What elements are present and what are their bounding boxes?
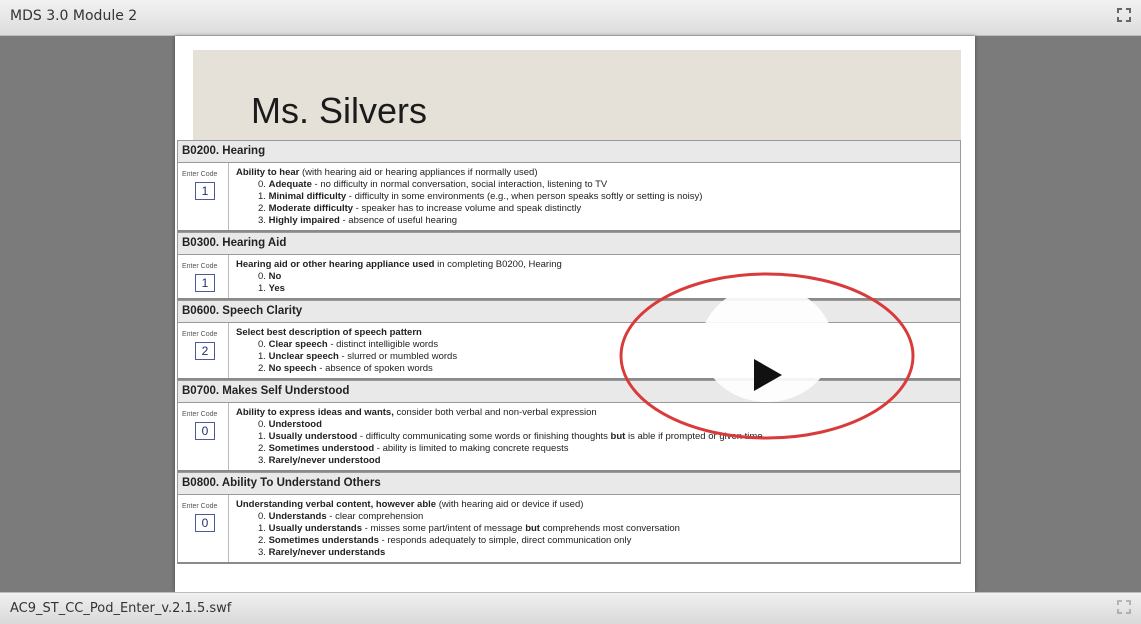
option-label: Sometimes understood xyxy=(268,443,375,454)
option-desc: - misses some part/intent of message xyxy=(362,523,526,534)
enter-code-column: Enter Code 1 xyxy=(178,255,229,298)
option-num: 2. xyxy=(258,363,266,374)
response-option: 1. Usually understands - misses some par… xyxy=(236,523,960,535)
section-heading: B0800. Ability To Understand Others xyxy=(177,472,961,494)
option-num: 2. xyxy=(258,203,266,214)
title-bar: MDS 3.0 Module 2 xyxy=(0,0,1141,36)
fullscreen-icon[interactable] xyxy=(1114,599,1134,619)
option-label: Yes xyxy=(268,283,285,294)
response-option: 2. Sometimes understood - ability is lim… xyxy=(236,443,960,455)
code-entry-box[interactable]: 2 xyxy=(195,342,215,360)
option-label: No xyxy=(268,271,282,282)
option-num: 2. xyxy=(258,535,266,546)
option-num: 0. xyxy=(258,339,266,350)
option-label: Sometimes understands xyxy=(268,535,379,546)
item-question-bold: Understanding verbal content, however ab… xyxy=(236,499,437,510)
option-num: 2. xyxy=(258,443,266,454)
response-option: 2. Moderate difficulty - speaker has to … xyxy=(236,203,960,215)
enter-code-label: Enter Code xyxy=(182,503,218,510)
option-desc: - no difficulty in normal conversation, … xyxy=(311,179,608,190)
response-option: 3. Rarely/never understands xyxy=(236,547,960,559)
play-icon[interactable] xyxy=(750,357,786,393)
code-entry-box[interactable]: 1 xyxy=(195,182,215,200)
option-num: 3. xyxy=(258,547,266,558)
option-label: No speech xyxy=(268,363,317,374)
code-entry-box[interactable]: 0 xyxy=(195,422,215,440)
response-option: 3. Highly impaired - absence of useful h… xyxy=(236,215,960,227)
resident-name: Ms. Silvers xyxy=(251,90,428,131)
item-question: Understanding verbal content, however ab… xyxy=(236,499,960,511)
enter-code-label: Enter Code xyxy=(182,171,218,178)
fullscreen-icon[interactable] xyxy=(1114,7,1134,27)
option-label: Clear speech xyxy=(268,339,328,350)
option-label: Adequate xyxy=(268,179,312,190)
item-question-rest: consider both verbal and non-verbal expr… xyxy=(393,407,597,418)
option-desc: - ability is limited to making concrete … xyxy=(374,443,569,454)
option-num: 1. xyxy=(258,523,266,534)
enter-code-column: Enter Code 0 xyxy=(178,495,229,562)
option-num: 0. xyxy=(258,511,266,522)
option-num: 3. xyxy=(258,215,266,226)
section-heading: B0200. Hearing xyxy=(177,140,961,162)
option-desc: - clear comprehension xyxy=(326,511,424,522)
code-entry-box[interactable]: 1 xyxy=(195,274,215,292)
response-option: 0. Adequate - no difficulty in normal co… xyxy=(236,179,960,191)
section-heading: B0300. Hearing Aid xyxy=(177,232,961,254)
response-option: 1. Minimal difficulty - difficulty in so… xyxy=(236,191,960,203)
enter-code-column: Enter Code 0 xyxy=(178,403,229,470)
option-desc: - distinct intelligible words xyxy=(327,339,439,350)
option-desc: - difficulty in some environments (e.g.,… xyxy=(346,191,703,202)
response-option: 2. Sometimes understands - responds adeq… xyxy=(236,535,960,547)
option-label: Usually understands xyxy=(268,523,363,534)
option-desc: - absence of useful hearing xyxy=(339,215,458,226)
item-question-bold: Ability to express ideas and wants, xyxy=(236,407,394,418)
option-label: Understood xyxy=(268,419,322,430)
response-option: 3. Rarely/never understood xyxy=(236,455,960,467)
option-label: Usually understood xyxy=(268,431,358,442)
option-label: Understands xyxy=(268,511,327,522)
item-question-bold: Ability to hear xyxy=(236,167,300,178)
option-label: Rarely/never understands xyxy=(268,547,386,558)
option-num: 0. xyxy=(258,271,266,282)
enter-code-label: Enter Code xyxy=(182,331,218,338)
option-num: 1. xyxy=(258,431,266,442)
option-label: Unclear speech xyxy=(268,351,339,362)
enter-code-column: Enter Code 1 xyxy=(178,163,229,230)
section-body: Enter Code 0 Understanding verbal content,… xyxy=(177,494,961,564)
option-desc: - difficulty communicating some words or… xyxy=(357,431,611,442)
enter-code-label: Enter Code xyxy=(182,263,218,270)
option-label: Moderate difficulty xyxy=(268,203,354,214)
option-desc: - speaker has to increase volume and spe… xyxy=(353,203,582,214)
option-num: 0. xyxy=(258,419,266,430)
section-body: Enter Code 1 Ability to hear (with hearing… xyxy=(177,162,961,232)
option-desc: - responds adequately to simple, direct … xyxy=(378,535,632,546)
item-question: Ability to hear (with hearing aid or hea… xyxy=(236,167,960,179)
option-desc: - slurred or mumbled words xyxy=(338,351,458,362)
option-num: 1. xyxy=(258,283,266,294)
item-question-rest: in completing B0200, Hearing xyxy=(434,259,562,270)
response-option: 0. Understands - clear comprehension xyxy=(236,511,960,523)
option-num: 3. xyxy=(258,455,266,466)
enter-code-column: Enter Code 2 xyxy=(178,323,229,378)
option-num: 0. xyxy=(258,179,266,190)
code-entry-box[interactable]: 0 xyxy=(195,514,215,532)
option-num: 1. xyxy=(258,191,266,202)
status-bar: AC9_ST_CC_Pod_Enter_v.2.1.5.swf xyxy=(0,592,1141,624)
file-name: AC9_ST_CC_Pod_Enter_v.2.1.5.swf xyxy=(10,601,232,616)
window-title: MDS 3.0 Module 2 xyxy=(10,8,138,24)
option-label: Highly impaired xyxy=(268,215,340,226)
option-desc: - absence of spoken words xyxy=(316,363,433,374)
option-bold2: but xyxy=(525,523,540,534)
option-label: Minimal difficulty xyxy=(268,191,347,202)
item-question-bold: Hearing aid or other hearing appliance u… xyxy=(236,259,435,270)
item-question-rest: (with hearing aid or hearing appliances … xyxy=(299,167,538,178)
player-stage: Ms. Silvers B0200. Hearing Enter Code 1 Abi… xyxy=(0,36,1141,592)
enter-code-label: Enter Code xyxy=(182,411,218,418)
item-question-rest: (with hearing aid or device if used) xyxy=(436,499,584,510)
option-desc2: comprehends most conversation xyxy=(539,523,680,534)
option-label: Rarely/never understood xyxy=(268,455,381,466)
page-header: Ms. Silvers xyxy=(193,50,961,140)
option-num: 1. xyxy=(258,351,266,362)
item-question-bold: Select best description of speech patter… xyxy=(236,327,422,338)
